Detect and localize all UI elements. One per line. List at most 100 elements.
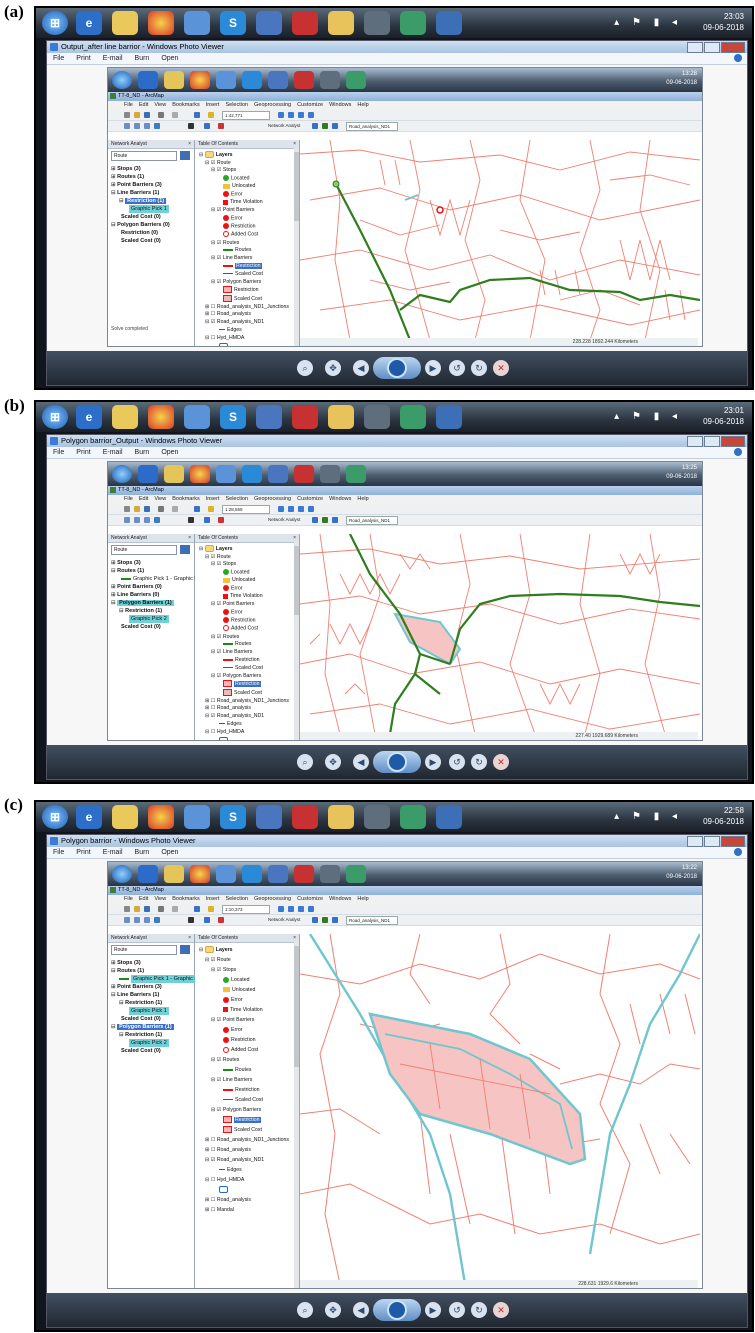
add-data-icon[interactable] — [208, 506, 214, 512]
na-window-icon[interactable] — [312, 123, 318, 129]
na-layer-combo[interactable]: Route — [111, 151, 190, 161]
full-extent-icon[interactable] — [154, 917, 160, 923]
app-icon[interactable] — [184, 805, 210, 829]
menu-selection[interactable]: Selection — [225, 496, 248, 502]
na-tree-item[interactable]: ⊟ Polygon Barriers (1) — [111, 599, 191, 607]
ie-icon[interactable]: e — [76, 405, 102, 429]
toc-item[interactable]: ⊟ ☑ Stops — [199, 965, 295, 975]
previous-icon[interactable]: ◀ — [353, 360, 369, 376]
close-icon[interactable]: × — [293, 934, 296, 942]
rotate-left-icon[interactable]: ↺ — [449, 360, 465, 376]
network-layer-dropdown[interactable]: Road_analysis_ND1 — [346, 122, 398, 131]
toc-item[interactable]: ⊟ ☐ Hyd_HMDA — [199, 1175, 295, 1185]
skype-icon[interactable]: S — [220, 11, 246, 35]
menu-file[interactable]: File — [53, 55, 64, 62]
toc-item[interactable]: ⊟ ☑ Stops — [199, 167, 295, 175]
na-tree-item[interactable]: Graphic Pick 1 - Graphic Pick — [111, 975, 207, 983]
pdf-icon[interactable] — [292, 805, 318, 829]
scale-dropdown[interactable]: 1:28,559 — [222, 505, 270, 514]
menu-edit[interactable]: Edit — [139, 102, 148, 108]
close-button[interactable] — [721, 836, 745, 847]
menu-selection[interactable]: Selection — [225, 896, 248, 902]
new-icon[interactable] — [124, 906, 130, 912]
pdf-icon[interactable] — [292, 405, 318, 429]
app-icon[interactable] — [256, 805, 282, 829]
menu-burn[interactable]: Burn — [135, 449, 150, 456]
app-icon[interactable] — [364, 11, 390, 35]
na-tree-item[interactable]: ⊞ Routes (1) — [111, 173, 191, 181]
toc-item[interactable]: ⊟ ☐ Hyd_HMDA — [199, 335, 295, 343]
new-icon[interactable] — [124, 112, 130, 118]
help-icon[interactable] — [734, 448, 742, 456]
network-analyst-label[interactable]: Network Analyst — [268, 517, 300, 522]
na-tree-item[interactable]: Graphic Pick 1 — [111, 1007, 191, 1015]
menu-help[interactable]: Help — [357, 102, 368, 108]
na-tree-item[interactable]: ⊟ Restriction (1) — [111, 197, 191, 205]
zoom-in-icon[interactable] — [124, 517, 130, 523]
cut-icon[interactable] — [172, 112, 178, 118]
menu-selection[interactable]: Selection — [225, 102, 248, 108]
skype-icon[interactable]: S — [220, 805, 246, 829]
na-tree-item[interactable]: ⊟ Polygon Barriers (1) — [111, 1023, 191, 1031]
na-layer-combo[interactable]: Route — [111, 945, 190, 955]
na-tree-item[interactable]: ⊟ Routes (1) — [111, 567, 191, 575]
close-icon[interactable]: × — [293, 534, 296, 542]
map-view[interactable]: 228.631 1929.6 Kilometers — [300, 934, 702, 1288]
toc-item[interactable]: ⊟ ☑ Point Barriers — [199, 1015, 295, 1025]
menu-open[interactable]: Open — [161, 449, 178, 456]
toc-item[interactable]: ⊟ ☑ Polygon Barriers — [199, 673, 295, 681]
toc-item[interactable]: ⊟ ☑ Polygon Barriers — [199, 279, 295, 287]
pdf-icon[interactable] — [292, 11, 318, 35]
search-icon[interactable] — [298, 506, 304, 512]
zoom-in-icon[interactable] — [124, 123, 130, 129]
na-tree-item[interactable]: Scaled Cost (0) — [111, 1047, 191, 1055]
open-icon[interactable] — [134, 506, 140, 512]
menu-bookmarks[interactable]: Bookmarks — [172, 102, 200, 108]
menu-print[interactable]: Print — [76, 849, 90, 856]
zoom-out-icon[interactable] — [134, 123, 140, 129]
actual-size-icon[interactable]: ✥ — [325, 1302, 341, 1318]
zoom-in-icon[interactable] — [124, 917, 130, 923]
rotate-left-icon[interactable]: ↺ — [449, 754, 465, 770]
windows-start-icon[interactable]: ⊞ — [42, 11, 68, 35]
toolbox-icon[interactable] — [308, 506, 314, 512]
select-icon[interactable] — [188, 917, 194, 923]
toolbox-icon[interactable] — [308, 112, 314, 118]
na-tree-item[interactable]: Graphic Pick 1 - Graphic Pick — [111, 575, 205, 583]
na-tree-item[interactable]: Graphic Pick 2 — [111, 1039, 191, 1047]
na-tree-item[interactable]: ⊞ Stops (3) — [111, 559, 191, 567]
close-icon[interactable]: × — [188, 534, 191, 542]
toc-item[interactable]: ⊟ ☐ Hyd_HMDA — [199, 729, 295, 737]
map-view[interactable]: 228.228 1892.244 Kilometers — [300, 140, 702, 346]
folder-icon[interactable] — [112, 405, 138, 429]
menu-windows[interactable]: Windows — [329, 496, 351, 502]
na-tree-item[interactable]: ⊞ Stops (3) — [111, 959, 191, 967]
app-icon[interactable] — [400, 11, 426, 35]
toc-scrollbar[interactable] — [294, 542, 299, 740]
actual-size-icon[interactable]: ✥ — [325, 360, 341, 376]
print-icon[interactable] — [158, 906, 164, 912]
toc-item[interactable]: ⊟ ☑ Route — [199, 554, 295, 562]
identify-icon[interactable] — [204, 123, 210, 129]
menu-insert[interactable]: Insert — [206, 496, 220, 502]
rotate-right-icon[interactable]: ↻ — [471, 1302, 487, 1318]
toc-item[interactable]: ⊟ ☑ Point Barriers — [199, 601, 295, 609]
pan-icon[interactable] — [144, 517, 150, 523]
identify-icon[interactable] — [204, 917, 210, 923]
network-layer-dropdown[interactable]: Road_analysis_ND1 — [346, 916, 398, 925]
toc-item[interactable]: ⊟ ☑ Polygon Barriers — [199, 1105, 295, 1115]
undo-icon[interactable] — [194, 112, 200, 118]
undo-icon[interactable] — [194, 506, 200, 512]
undo-icon[interactable] — [194, 906, 200, 912]
add-data-icon[interactable] — [208, 112, 214, 118]
toc-icon[interactable] — [278, 506, 284, 512]
select-icon[interactable] — [188, 517, 194, 523]
toc-item[interactable]: ⊟ ☑ Road_analysis_ND1 — [199, 1155, 295, 1165]
new-icon[interactable] — [124, 506, 130, 512]
help-icon[interactable] — [734, 848, 742, 856]
solve-icon[interactable] — [332, 917, 338, 923]
cut-icon[interactable] — [172, 906, 178, 912]
create-location-icon[interactable] — [322, 123, 328, 129]
na-properties-icon[interactable] — [180, 545, 190, 554]
delete-icon[interactable]: ✕ — [493, 1302, 509, 1318]
